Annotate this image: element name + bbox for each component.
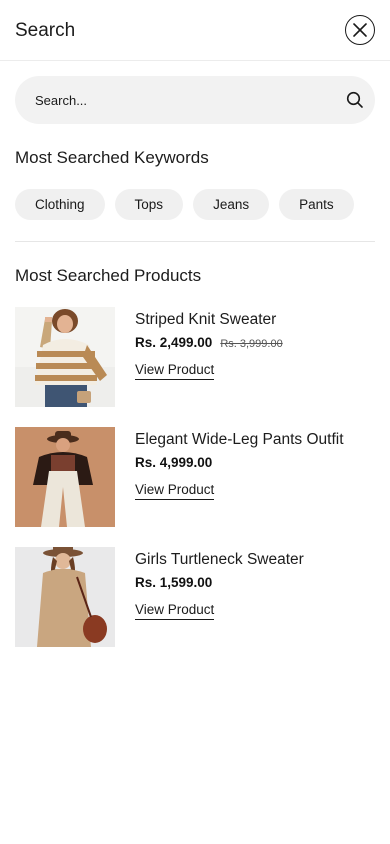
product-image[interactable]	[15, 307, 115, 407]
product-name[interactable]: Striped Knit Sweater	[135, 308, 375, 332]
product-info: Striped Knit Sweater Rs. 2,499.00 Rs. 3,…	[135, 307, 375, 380]
search-input[interactable]	[35, 76, 335, 124]
keyword-chip-jeans[interactable]: Jeans	[193, 189, 270, 220]
product-original-price: Rs. 3,999.00	[220, 338, 283, 350]
product-price: Rs. 1,599.00	[135, 575, 213, 590]
view-product-link[interactable]: View Product	[135, 362, 215, 380]
close-icon	[353, 23, 367, 37]
product-name[interactable]: Girls Turtleneck Sweater	[135, 548, 375, 572]
header: Search	[0, 0, 390, 61]
product-info: Elegant Wide-Leg Pants Outfit Rs. 4,999.…	[135, 427, 375, 500]
price-row: Rs. 4,999.00	[135, 455, 375, 470]
price-row: Rs. 2,499.00 Rs. 3,999.00	[135, 335, 375, 350]
product-name[interactable]: Elegant Wide-Leg Pants Outfit	[135, 428, 375, 452]
keyword-chip-pants[interactable]: Pants	[279, 189, 354, 220]
product-item: Striped Knit Sweater Rs. 2,499.00 Rs. 3,…	[15, 307, 375, 407]
view-product-link[interactable]: View Product	[135, 602, 215, 620]
product-info: Girls Turtleneck Sweater Rs. 1,599.00 Vi…	[135, 547, 375, 620]
view-product-link[interactable]: View Product	[135, 482, 215, 500]
product-price: Rs. 2,499.00	[135, 335, 213, 350]
keywords-heading: Most Searched Keywords	[15, 148, 209, 167]
close-button[interactable]	[345, 15, 375, 45]
divider	[15, 241, 375, 242]
product-item: Elegant Wide-Leg Pants Outfit Rs. 4,999.…	[15, 427, 375, 527]
products-heading: Most Searched Products	[15, 266, 202, 285]
keyword-chip-tops[interactable]: Tops	[114, 189, 184, 220]
product-price: Rs. 4,999.00	[135, 455, 213, 470]
product-image[interactable]	[15, 427, 115, 527]
page-title: Search	[15, 20, 76, 41]
price-row: Rs. 1,599.00	[135, 575, 375, 590]
search-icon[interactable]	[346, 91, 364, 109]
product-item: Girls Turtleneck Sweater Rs. 1,599.00 Vi…	[15, 547, 375, 647]
keyword-chips: Clothing Tops Jeans Pants	[15, 189, 354, 220]
product-image[interactable]	[15, 547, 115, 647]
keyword-chip-clothing[interactable]: Clothing	[15, 189, 105, 220]
search-bar	[15, 76, 375, 124]
